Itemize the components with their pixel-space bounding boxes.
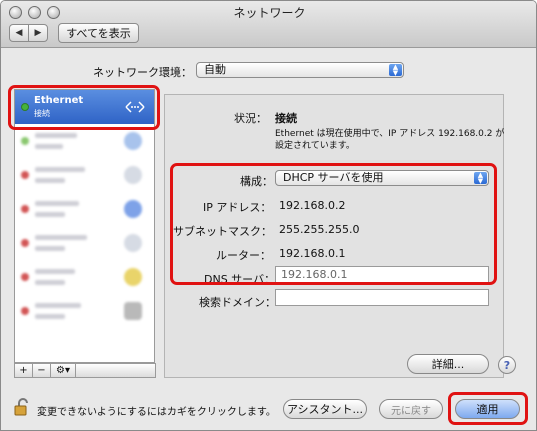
status-dot [21,273,29,281]
dns-server-field[interactable]: 192.168.0.1 [275,266,489,283]
dns-label: DNS サーバ： [204,273,276,286]
status-value: 接続 [275,112,297,125]
phone-icon [124,234,142,252]
window-title: ネットワーク [233,6,306,20]
config-value: DHCP サーバを使用 [283,171,384,184]
status-dot [21,103,29,111]
help-button[interactable]: ? [498,356,516,374]
service-item[interactable] [15,260,154,294]
search-domain-label: 検索ドメイン： [199,296,276,309]
status-dot [21,307,29,315]
toolbar-spacer [75,363,156,378]
service-item[interactable] [15,124,154,158]
service-name: Ethernet [34,95,84,106]
service-item[interactable] [15,226,154,260]
blurred-service-name [35,269,75,274]
popup-arrows-icon: ▲ ▼ [389,64,402,77]
lock-hint-text: 変更できないようにするにはカギをクリックします。 [37,407,276,418]
back-button[interactable]: ◀ [9,24,29,42]
blurred-service-name [35,201,79,206]
ip-value: 192.168.0.2 [279,199,346,212]
service-item[interactable] [15,192,154,226]
blurred-service-name [35,303,81,308]
config-select[interactable]: DHCP サーバを使用 ▲ ▼ [275,170,489,186]
firewire-icon [124,268,142,286]
lock-icon [124,302,142,320]
assistant-button[interactable]: アシスタント... [283,399,367,419]
service-item[interactable] [15,158,154,192]
lock-icon[interactable] [14,398,30,416]
search-domain-field[interactable] [275,289,489,306]
network-preferences-window: ネットワーク ◀ ▶ すべてを表示 ネットワーク環境： 自動 ▲ ▼ Ethern… [0,0,537,431]
subnet-label: サブネットマスク： [173,225,272,238]
advanced-button[interactable]: 詳細... [407,354,489,374]
wifi-icon [124,132,142,150]
blurred-service-name [35,133,77,138]
router-value: 192.168.0.1 [279,247,346,260]
status-dot [21,205,29,213]
location-value: 自動 [204,63,226,76]
revert-button: 元に戻す [379,399,443,419]
status-dot [21,171,29,179]
blurred-service-status [35,178,65,183]
config-label: 構成： [240,175,273,188]
blurred-service-status [35,280,65,285]
remove-service-button[interactable]: − [32,363,51,378]
blurred-service-name [35,235,87,240]
service-list[interactable]: Ethernet 接続 [14,89,155,363]
status-dot [21,137,29,145]
blurred-service-status [35,246,65,251]
service-item-ethernet[interactable]: Ethernet 接続 [15,90,154,124]
phone-icon [124,166,142,184]
blurred-service-status [35,144,63,149]
location-select[interactable]: 自動 ▲ ▼ [196,62,404,78]
ip-label: IP アドレス： [203,201,272,214]
subnet-value: 255.255.255.0 [279,223,360,236]
blurred-service-status [35,212,65,217]
back-arrow-icon: ◀ [15,28,23,38]
blurred-service-name [35,167,85,172]
ethernet-arrows-icon [125,101,145,113]
forward-arrow-icon: ▶ [34,28,42,38]
title-bar: ネットワーク ◀ ▶ すべてを表示 [1,1,536,48]
service-list-toolbar: + − ⚙▾ [14,363,156,378]
status-description-line2: 設定されています。 [275,141,355,151]
service-item[interactable] [15,294,154,328]
apply-button[interactable]: 適用 [455,399,520,419]
add-service-button[interactable]: + [14,363,33,378]
status-label: 状況： [234,112,267,125]
location-label: ネットワーク環境： [93,66,192,79]
forward-button[interactable]: ▶ [28,24,48,42]
popup-arrows-icon: ▲ ▼ [474,172,487,185]
help-icon: ? [503,358,511,372]
show-all-button[interactable]: すべてを表示 [58,23,139,43]
status-dot [21,239,29,247]
gear-menu-button[interactable]: ⚙▾ [50,363,76,378]
service-status: 接続 [34,109,50,118]
blurred-service-status [35,314,65,319]
bluetooth-icon [124,200,142,218]
router-label: ルーター： [216,249,271,262]
